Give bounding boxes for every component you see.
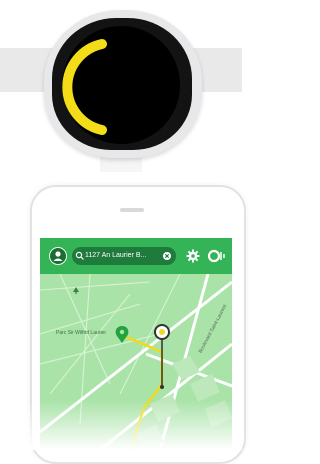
phone-speaker — [120, 208, 144, 212]
location-pin-icon[interactable] — [115, 326, 129, 343]
progress-arc-icon — [62, 39, 107, 135]
clear-icon[interactable] — [162, 251, 172, 261]
bottom-fade — [0, 400, 242, 450]
gear-icon[interactable] — [186, 249, 200, 263]
account-icon — [53, 251, 63, 261]
record-icon[interactable] — [207, 249, 229, 263]
search-text: 1127 An Laurier B... — [85, 252, 147, 259]
search-icon — [75, 251, 84, 260]
park-label: Parc Sir Wilfrid Laurier — [55, 330, 106, 336]
account-button[interactable] — [49, 247, 67, 265]
search-input[interactable]: 1127 An Laurier B... — [72, 247, 176, 265]
watch-screen — [62, 26, 180, 144]
app-bar: 1127 An Laurier B... — [40, 238, 232, 274]
